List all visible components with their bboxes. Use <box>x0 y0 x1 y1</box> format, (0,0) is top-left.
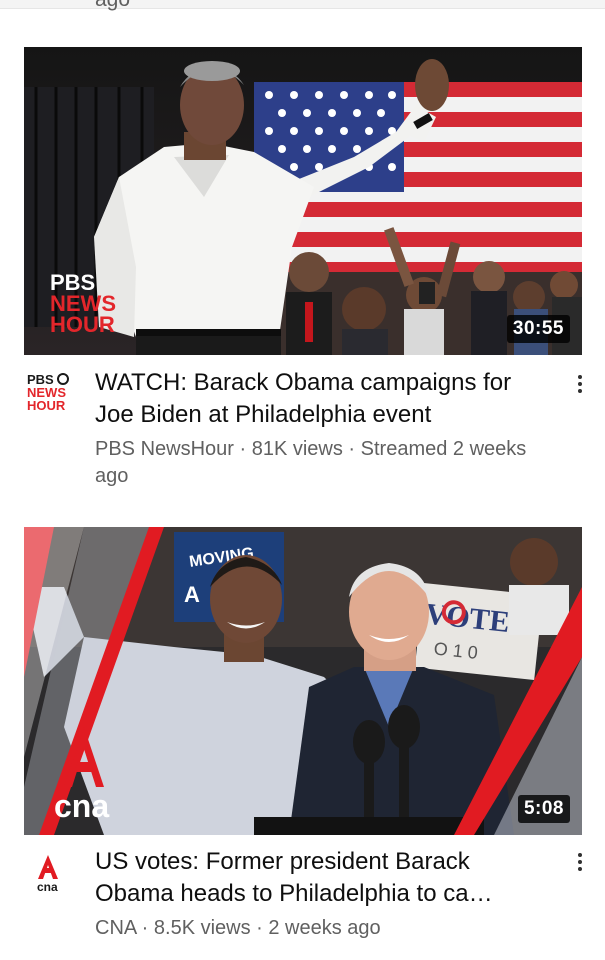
video-meta: PBS NewsHour · 81K views · Streamed 2 we… <box>95 438 527 487</box>
more-vert-icon-dot <box>578 382 582 386</box>
cna-logo-icon: cna <box>37 855 58 894</box>
svg-text:HOUR: HOUR <box>27 398 66 413</box>
channel-avatar-pbs-newshour[interactable]: PBS NEWS HOUR <box>24 370 76 422</box>
more-vert-icon <box>578 853 582 857</box>
video-title[interactable]: WATCH: Barack Obama campaigns for Joe Bi… <box>95 367 545 431</box>
pbs-newshour-logo-icon: PBS NEWS HOUR <box>27 372 69 413</box>
thumbnail-image: PBS NEWS HOUR <box>24 47 582 355</box>
more-vert-icon <box>578 375 582 379</box>
video-thumbnail[interactable]: PBS NEWS HOUR 30:55 <box>24 47 582 355</box>
thumbnail-image: MOVING A VOTE O 1 0 cna <box>24 527 582 835</box>
svg-text:cna: cna <box>54 788 109 824</box>
more-vert-icon-dot <box>578 867 582 871</box>
svg-text:cna: cna <box>37 880 58 894</box>
more-vert-icon-dot <box>578 389 582 393</box>
video-duration-badge: 30:55 <box>506 315 570 343</box>
video-meta: CNA · 8.5K views · 2 weeks ago <box>95 917 381 939</box>
video-thumbnail[interactable]: MOVING A VOTE O 1 0 cna 5:08 <box>24 527 582 835</box>
more-options-button[interactable] <box>568 369 592 399</box>
previous-card-edge: ago <box>0 0 605 12</box>
previous-card-meta-tail: ago <box>95 0 130 12</box>
video-title[interactable]: US votes: Former president Barack Obama … <box>95 846 545 910</box>
more-options-button[interactable] <box>568 847 592 877</box>
channel-avatar-cna[interactable]: cna <box>24 849 76 901</box>
more-vert-icon-dot <box>578 860 582 864</box>
svg-text:HOUR: HOUR <box>50 312 115 337</box>
svg-text:A: A <box>184 582 200 607</box>
video-duration-badge: 5:08 <box>517 795 570 823</box>
